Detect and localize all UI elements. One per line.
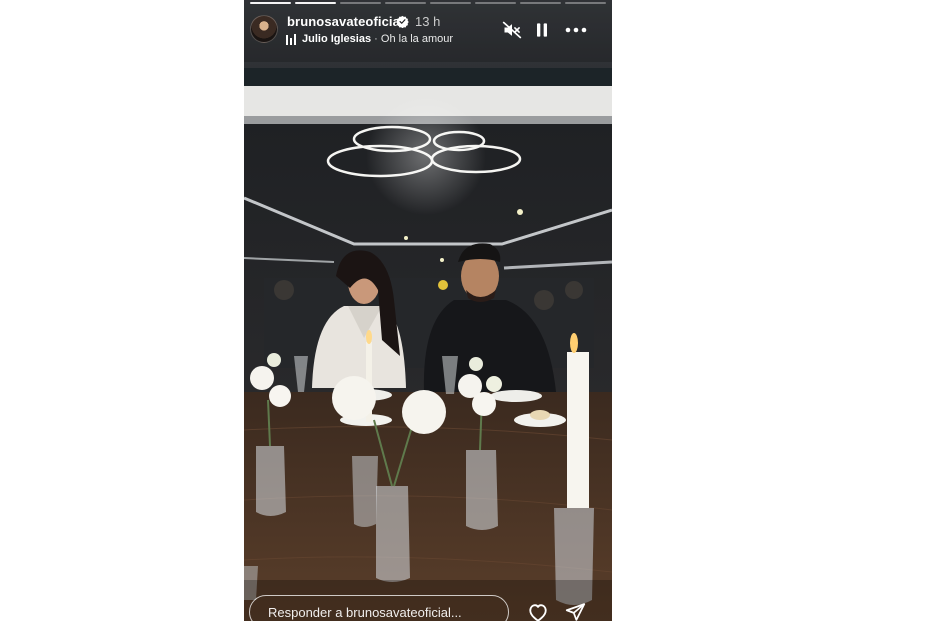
story-footer bbox=[244, 581, 612, 621]
progress-segment bbox=[385, 2, 426, 4]
progress-segment bbox=[250, 2, 291, 4]
music-info[interactable]: Julio Iglesias · Oh la la amour bbox=[302, 33, 453, 45]
music-artist: Julio Iglesias bbox=[302, 33, 372, 45]
verified-badge-icon bbox=[396, 15, 409, 28]
heart-icon[interactable] bbox=[527, 602, 549, 621]
speaker-muted-icon[interactable] bbox=[502, 20, 522, 40]
story-viewer[interactable]: brunosavateoficial 13 h Julio Iglesias ·… bbox=[244, 0, 612, 621]
music-bars-icon bbox=[286, 34, 296, 45]
progress-segment bbox=[565, 2, 606, 4]
progress-segment bbox=[475, 2, 516, 4]
reply-input[interactable] bbox=[249, 595, 509, 621]
progress-segment bbox=[430, 2, 471, 4]
avatar[interactable] bbox=[250, 15, 278, 43]
username[interactable]: brunosavateoficial bbox=[287, 14, 404, 29]
progress-segment bbox=[520, 2, 561, 4]
music-separator: · bbox=[374, 33, 378, 45]
story-photo bbox=[244, 0, 612, 621]
page: brunosavateoficial 13 h Julio Iglesias ·… bbox=[0, 0, 932, 621]
more-options-icon[interactable] bbox=[564, 20, 588, 40]
progress-segment bbox=[295, 2, 336, 4]
send-icon[interactable] bbox=[565, 602, 586, 621]
progress-segment bbox=[340, 2, 381, 4]
story-progress-bar bbox=[250, 2, 606, 4]
story-timestamp: 13 h bbox=[415, 14, 441, 29]
story-header: brunosavateoficial 13 h Julio Iglesias ·… bbox=[244, 0, 612, 60]
music-song: Oh la la amour bbox=[380, 33, 454, 45]
pause-icon[interactable] bbox=[532, 20, 552, 40]
